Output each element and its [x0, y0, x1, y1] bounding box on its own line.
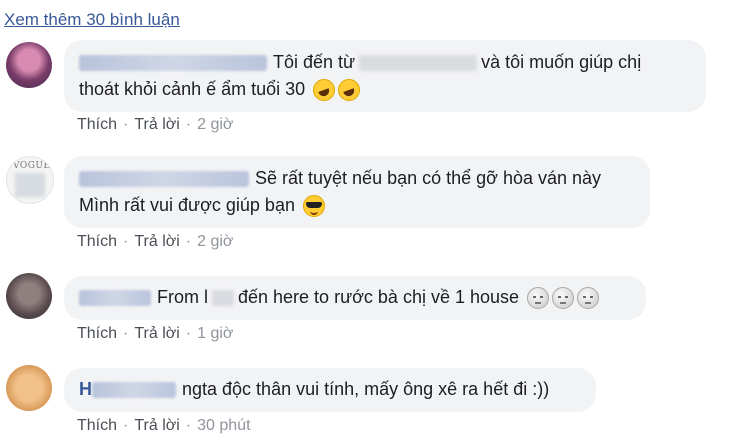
- commenter-name[interactable]: [92, 382, 176, 399]
- comment-text: Tôi đến từ: [273, 52, 356, 72]
- moon-face-icon: [527, 287, 550, 310]
- comment-text: From l: [157, 287, 208, 307]
- like-link[interactable]: Thích: [77, 325, 117, 342]
- rolling-on-floor-laughing-icon: [338, 79, 361, 102]
- reply-link[interactable]: Trả lời: [134, 417, 179, 434]
- comment-actions: Thích · Trả lời · 2 giờ: [77, 233, 234, 250]
- comment-text: Sẽ rất tuyệt nếu bạn có thể gỡ hòa ván n…: [255, 168, 602, 188]
- comment-actions: Thích · Trả lời · 1 giờ: [77, 325, 234, 342]
- moon-face-icon: [552, 287, 575, 310]
- comment-bubble: From l đến here to rước bà chị về 1 house: [64, 276, 646, 320]
- reply-link[interactable]: Trả lời: [134, 233, 179, 250]
- like-link[interactable]: Thích: [77, 116, 117, 133]
- comment-text-cont: và tôi muốn giúp chị: [481, 52, 642, 72]
- comment-text-line2: thoát khỏi cảnh ế ẩm tuổi 30: [79, 79, 306, 99]
- redacted-text: [212, 290, 234, 307]
- commenter-name[interactable]: [79, 171, 249, 188]
- sunglasses-face-icon: [302, 195, 325, 218]
- comment-timestamp[interactable]: 1 giờ: [197, 325, 233, 342]
- commenter-name[interactable]: [79, 290, 151, 307]
- commenter-name[interactable]: [79, 55, 267, 72]
- like-link[interactable]: Thích: [77, 417, 117, 434]
- avatar[interactable]: [6, 42, 52, 88]
- avatar-logo-text: VOGUE: [13, 161, 51, 171]
- comment-actions: Thích · Trả lời · 30 phút: [77, 417, 251, 434]
- comment-bubble: Sẽ rất tuyệt nếu bạn có thể gỡ hòa ván n…: [64, 156, 650, 228]
- commenter-name-initial[interactable]: H: [79, 379, 92, 399]
- comment-text-line2: Mình rất vui được giúp bạn: [79, 195, 295, 215]
- moon-face-icon: [577, 287, 600, 310]
- reply-link[interactable]: Trả lời: [134, 325, 179, 342]
- rolling-on-floor-laughing-icon: [313, 79, 336, 102]
- view-more-comments-link[interactable]: Xem thêm 30 bình luận: [4, 10, 180, 30]
- comment-bubble: Tôi đến từ và tôi muốn giúp chị thoát khỏ…: [64, 40, 706, 112]
- redacted-text: [359, 55, 478, 72]
- comment-timestamp[interactable]: 2 giờ: [197, 116, 233, 133]
- comment-timestamp[interactable]: 30 phút: [197, 417, 250, 434]
- like-link[interactable]: Thích: [77, 233, 117, 250]
- reply-link[interactable]: Trả lời: [134, 116, 179, 133]
- avatar[interactable]: [6, 273, 52, 319]
- comment-actions: Thích · Trả lời · 2 giờ: [77, 116, 234, 133]
- comment-timestamp[interactable]: 2 giờ: [197, 233, 233, 250]
- avatar[interactable]: VOGUE: [6, 156, 54, 204]
- avatar[interactable]: [6, 365, 52, 411]
- comment-text-cont: đến here to rước bà chị về 1 house: [238, 287, 520, 307]
- comment-bubble: Hngta độc thân vui tính, mấy ông xê ra h…: [64, 368, 596, 412]
- comment-text: ngta độc thân vui tính, mấy ông xê ra hế…: [182, 379, 550, 399]
